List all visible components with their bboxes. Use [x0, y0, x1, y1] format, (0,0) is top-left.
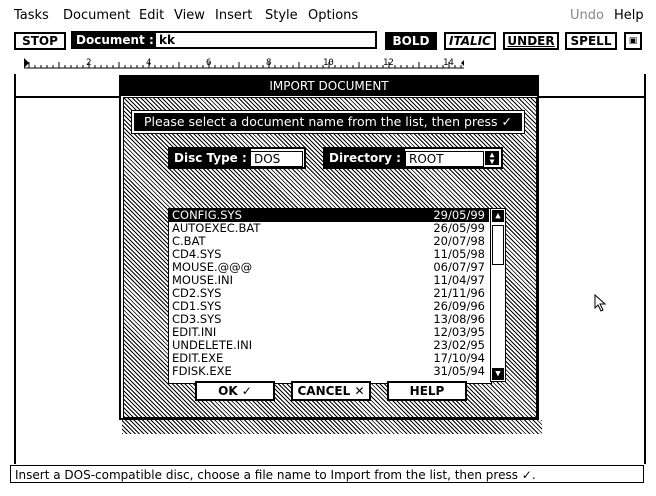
directory-field[interactable]: Directory : ROOT ▲ ▼: [323, 147, 503, 169]
ruler[interactable]: 2 4 6 8 10 12 14: [14, 56, 464, 70]
cancel-button[interactable]: CANCEL ✕: [291, 381, 371, 401]
file-list-item[interactable]: FDISK.EXE 31/05/94: [169, 365, 489, 378]
menu-tasks[interactable]: Tasks: [14, 8, 49, 23]
ruler-mark: 12: [383, 58, 394, 68]
spell-button[interactable]: SPELL: [565, 32, 617, 50]
disc-type-value[interactable]: DOS: [250, 151, 303, 167]
ok-button[interactable]: OK ✓: [195, 381, 275, 401]
dialog-title: IMPORT DOCUMENT: [121, 77, 537, 96]
status-bar: Insert a DOS-compatible disc, choose a f…: [10, 465, 644, 483]
expand-icon[interactable]: ▣: [624, 32, 642, 50]
file-list[interactable]: CONFIG.SYS 29/05/99 AUTOEXEC.BAT 26/05/99 C.…: [168, 208, 492, 384]
ruler-mark: 4: [146, 58, 151, 68]
ruler-mark: 10: [323, 58, 334, 68]
file-name: FDISK.EXE: [172, 364, 232, 378]
import-document-dialog: IMPORT DOCUMENT Please select a document…: [119, 75, 539, 420]
menu-help[interactable]: Help: [614, 8, 644, 23]
italic-button[interactable]: ITALIC: [444, 32, 496, 50]
scroll-up-icon[interactable]: ▲: [492, 210, 504, 222]
dialog-body: Please select a document name from the l…: [123, 97, 537, 418]
file-date: 31/05/94: [433, 364, 485, 378]
dialog-prompt: Please select a document name from the l…: [131, 110, 525, 134]
mouse-pointer-icon: [594, 294, 607, 312]
menu-document[interactable]: Document: [63, 8, 130, 23]
directory-value[interactable]: ROOT: [405, 151, 484, 167]
menu-options[interactable]: Options: [308, 8, 358, 23]
document-label: Document :: [73, 33, 156, 47]
menu-bar: Tasks Document Edit View Insert Style Op…: [0, 0, 656, 30]
ruler-mark: 14: [443, 58, 454, 68]
bold-button[interactable]: BOLD: [385, 32, 437, 50]
directory-updown-icon[interactable]: ▲ ▼: [485, 151, 499, 166]
ruler-mark: 2: [86, 58, 91, 68]
menu-view[interactable]: View: [174, 8, 205, 23]
help-button[interactable]: HELP: [387, 381, 467, 401]
ruler-mark: 8: [266, 58, 271, 68]
menu-undo: Undo: [570, 8, 604, 23]
directory-label: Directory :: [325, 149, 405, 167]
dialog-shadow: [122, 420, 542, 434]
menu-edit[interactable]: Edit: [139, 8, 164, 23]
left-margin-marker-icon: [24, 58, 29, 68]
scroll-down-icon[interactable]: ▼: [492, 368, 504, 380]
file-list-scrollbar[interactable]: ▲ ▼: [490, 208, 506, 382]
disc-type-field[interactable]: Disc Type : DOS: [168, 147, 306, 169]
document-name-value[interactable]: kk: [159, 33, 175, 47]
menu-style[interactable]: Style: [265, 8, 298, 23]
disc-type-label: Disc Type :: [170, 149, 251, 167]
underline-button[interactable]: UNDER: [503, 32, 559, 50]
menu-insert[interactable]: Insert: [215, 8, 252, 23]
ruler-mark: 6: [206, 58, 211, 68]
document-name-field[interactable]: Document : kk: [71, 31, 377, 49]
stop-button[interactable]: STOP: [14, 32, 66, 50]
scroll-thumb[interactable]: [492, 225, 504, 265]
